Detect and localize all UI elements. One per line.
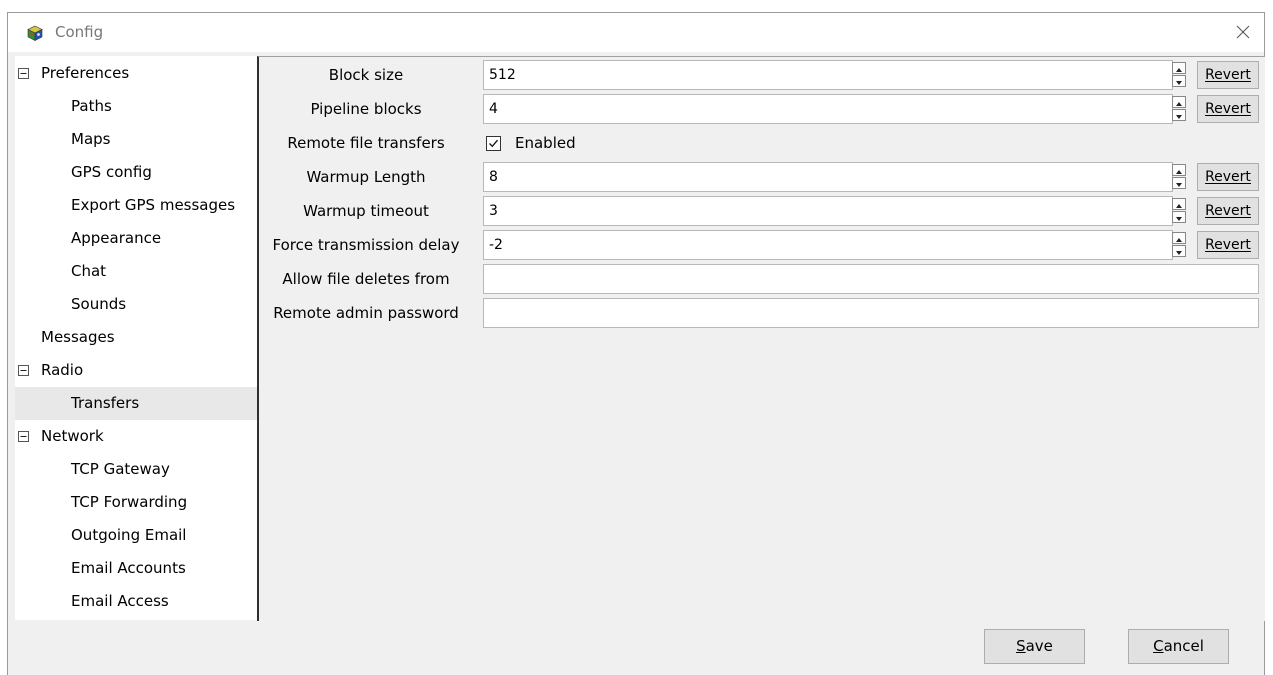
block-size-spinner[interactable] bbox=[1172, 62, 1186, 88]
allow-file-deletes-label: Allow file deletes from bbox=[282, 270, 450, 288]
save-button[interactable]: Save bbox=[984, 629, 1085, 664]
force-transmission-delay-row: Force transmission delay -2 Revert bbox=[259, 228, 1265, 262]
save-button-label: Save bbox=[1016, 637, 1053, 655]
title-bar: Config bbox=[8, 13, 1264, 52]
spin-down-arrow-icon[interactable] bbox=[1172, 109, 1186, 121]
allow-file-deletes-input[interactable] bbox=[483, 264, 1259, 294]
block-size-row: Block size 512 Revert bbox=[259, 58, 1265, 92]
tree-item-label: Sounds bbox=[71, 295, 127, 313]
collapse-box-icon[interactable] bbox=[18, 68, 29, 79]
spin-down-arrow-icon[interactable] bbox=[1172, 177, 1186, 189]
block-size-input[interactable]: 512 bbox=[483, 60, 1173, 90]
close-button[interactable] bbox=[1228, 17, 1258, 47]
collapse-box-icon[interactable] bbox=[18, 365, 29, 376]
pipeline-blocks-label: Pipeline blocks bbox=[310, 100, 422, 118]
tree-item-export-gps-messages[interactable]: Export GPS messages bbox=[15, 189, 258, 222]
force-transmission-delay-revert-button[interactable]: Revert bbox=[1197, 231, 1259, 259]
tree-item-label: Chat bbox=[71, 262, 107, 280]
tree-item-email-access[interactable]: Email Access bbox=[15, 585, 258, 618]
pipeline-blocks-input[interactable]: 4 bbox=[483, 94, 1173, 124]
spin-down-arrow-icon[interactable] bbox=[1172, 245, 1186, 257]
tree-item-gps-config[interactable]: GPS config bbox=[15, 156, 258, 189]
force-transmission-delay-label: Force transmission delay bbox=[272, 236, 460, 254]
force-transmission-delay-input[interactable]: -2 bbox=[483, 230, 1173, 260]
block-size-revert-button[interactable]: Revert bbox=[1197, 61, 1259, 89]
allow-file-deletes-row: Allow file deletes from bbox=[259, 262, 1265, 296]
tree-item-label: Transfers bbox=[71, 394, 140, 412]
cancel-button-label: Cancel bbox=[1153, 637, 1204, 655]
remote-admin-password-row: Remote admin password bbox=[259, 296, 1265, 330]
tree-item-chat[interactable]: Chat bbox=[15, 255, 258, 288]
spin-up-arrow-icon[interactable] bbox=[1172, 96, 1186, 108]
app-cube-icon bbox=[27, 25, 43, 41]
warmup-timeout-revert-button[interactable]: Revert bbox=[1197, 197, 1259, 225]
settings-tree: Preferences Paths Maps GPS config Export GPS… bbox=[15, 56, 258, 620]
spin-up-arrow-icon[interactable] bbox=[1172, 164, 1186, 176]
spin-up-arrow-icon[interactable] bbox=[1172, 232, 1186, 244]
warmup-length-spinner[interactable] bbox=[1172, 164, 1186, 190]
tree-item-preferences[interactable]: Preferences bbox=[15, 57, 258, 90]
warmup-length-input[interactable]: 8 bbox=[483, 162, 1173, 192]
enabled-checkbox-label[interactable]: Enabled bbox=[515, 126, 576, 160]
checkmark-icon bbox=[489, 139, 498, 148]
tree-item-appearance[interactable]: Appearance bbox=[15, 222, 258, 255]
collapse-box-icon[interactable] bbox=[18, 431, 29, 442]
warmup-timeout-input[interactable]: 3 bbox=[483, 196, 1173, 226]
remote-file-transfers-row: Remote file transfers Enabled bbox=[259, 126, 1265, 160]
spin-up-arrow-icon[interactable] bbox=[1172, 62, 1186, 74]
config-window: Config Preferences Paths Maps GPS config Exp… bbox=[7, 12, 1265, 675]
force-transmission-delay-spinner[interactable] bbox=[1172, 232, 1186, 258]
warmup-timeout-spinner[interactable] bbox=[1172, 198, 1186, 224]
tree-item-label: TCP Forwarding bbox=[71, 493, 188, 511]
tree-item-label: Messages bbox=[41, 328, 115, 346]
pipeline-blocks-row: Pipeline blocks 4 Revert bbox=[259, 92, 1265, 126]
tree-item-label: Paths bbox=[71, 97, 112, 115]
block-size-label: Block size bbox=[328, 66, 404, 84]
tree-item-label: Email Accounts bbox=[71, 559, 186, 577]
tree-item-label: Outgoing Email bbox=[71, 526, 187, 544]
tree-item-label: GPS config bbox=[71, 163, 152, 181]
tree-item-label: Radio bbox=[41, 361, 84, 379]
tree-item-label: Appearance bbox=[71, 229, 162, 247]
pipeline-blocks-spinner[interactable] bbox=[1172, 96, 1186, 122]
tree-item-maps[interactable]: Maps bbox=[15, 123, 258, 156]
warmup-timeout-row: Warmup timeout 3 Revert bbox=[259, 194, 1265, 228]
tree-item-label: Export GPS messages bbox=[71, 196, 236, 214]
tree-item-transfers[interactable]: Transfers bbox=[15, 387, 258, 420]
window-title: Config bbox=[55, 23, 104, 41]
pipeline-blocks-revert-button[interactable]: Revert bbox=[1197, 95, 1259, 123]
remote-admin-password-input[interactable] bbox=[483, 298, 1259, 328]
warmup-length-label: Warmup Length bbox=[306, 168, 426, 186]
tree-item-outgoing-email[interactable]: Outgoing Email bbox=[15, 519, 258, 552]
spin-up-arrow-icon[interactable] bbox=[1172, 198, 1186, 210]
cancel-button[interactable]: Cancel bbox=[1128, 629, 1229, 664]
tree-item-label: Email Access bbox=[71, 592, 169, 610]
spin-down-arrow-icon[interactable] bbox=[1172, 75, 1186, 87]
remote-file-transfers-checkbox[interactable] bbox=[486, 136, 501, 151]
warmup-length-row: Warmup Length 8 Revert bbox=[259, 160, 1265, 194]
tree-item-tcp-forwarding[interactable]: TCP Forwarding bbox=[15, 486, 258, 519]
close-icon bbox=[1236, 25, 1250, 39]
tree-item-sounds[interactable]: Sounds bbox=[15, 288, 258, 321]
remote-file-transfers-label: Remote file transfers bbox=[287, 134, 445, 152]
warmup-length-revert-button[interactable]: Revert bbox=[1197, 163, 1259, 191]
tree-item-messages[interactable]: Messages bbox=[15, 321, 258, 354]
tree-item-email-accounts[interactable]: Email Accounts bbox=[15, 552, 258, 585]
tree-item-label: Maps bbox=[71, 130, 111, 148]
tree-item-label: Network bbox=[41, 427, 104, 445]
spin-down-arrow-icon[interactable] bbox=[1172, 211, 1186, 223]
remote-admin-password-label: Remote admin password bbox=[273, 304, 459, 322]
warmup-timeout-label: Warmup timeout bbox=[303, 202, 429, 220]
transfers-settings-panel: Block size 512 Revert Pipeline blocks 4 … bbox=[257, 56, 1265, 621]
tree-item-network[interactable]: Network bbox=[15, 420, 258, 453]
tree-item-label: Preferences bbox=[41, 64, 130, 82]
tree-item-label: TCP Gateway bbox=[71, 460, 170, 478]
tree-item-radio[interactable]: Radio bbox=[15, 354, 258, 387]
tree-item-paths[interactable]: Paths bbox=[15, 90, 258, 123]
tree-item-tcp-gateway[interactable]: TCP Gateway bbox=[15, 453, 258, 486]
